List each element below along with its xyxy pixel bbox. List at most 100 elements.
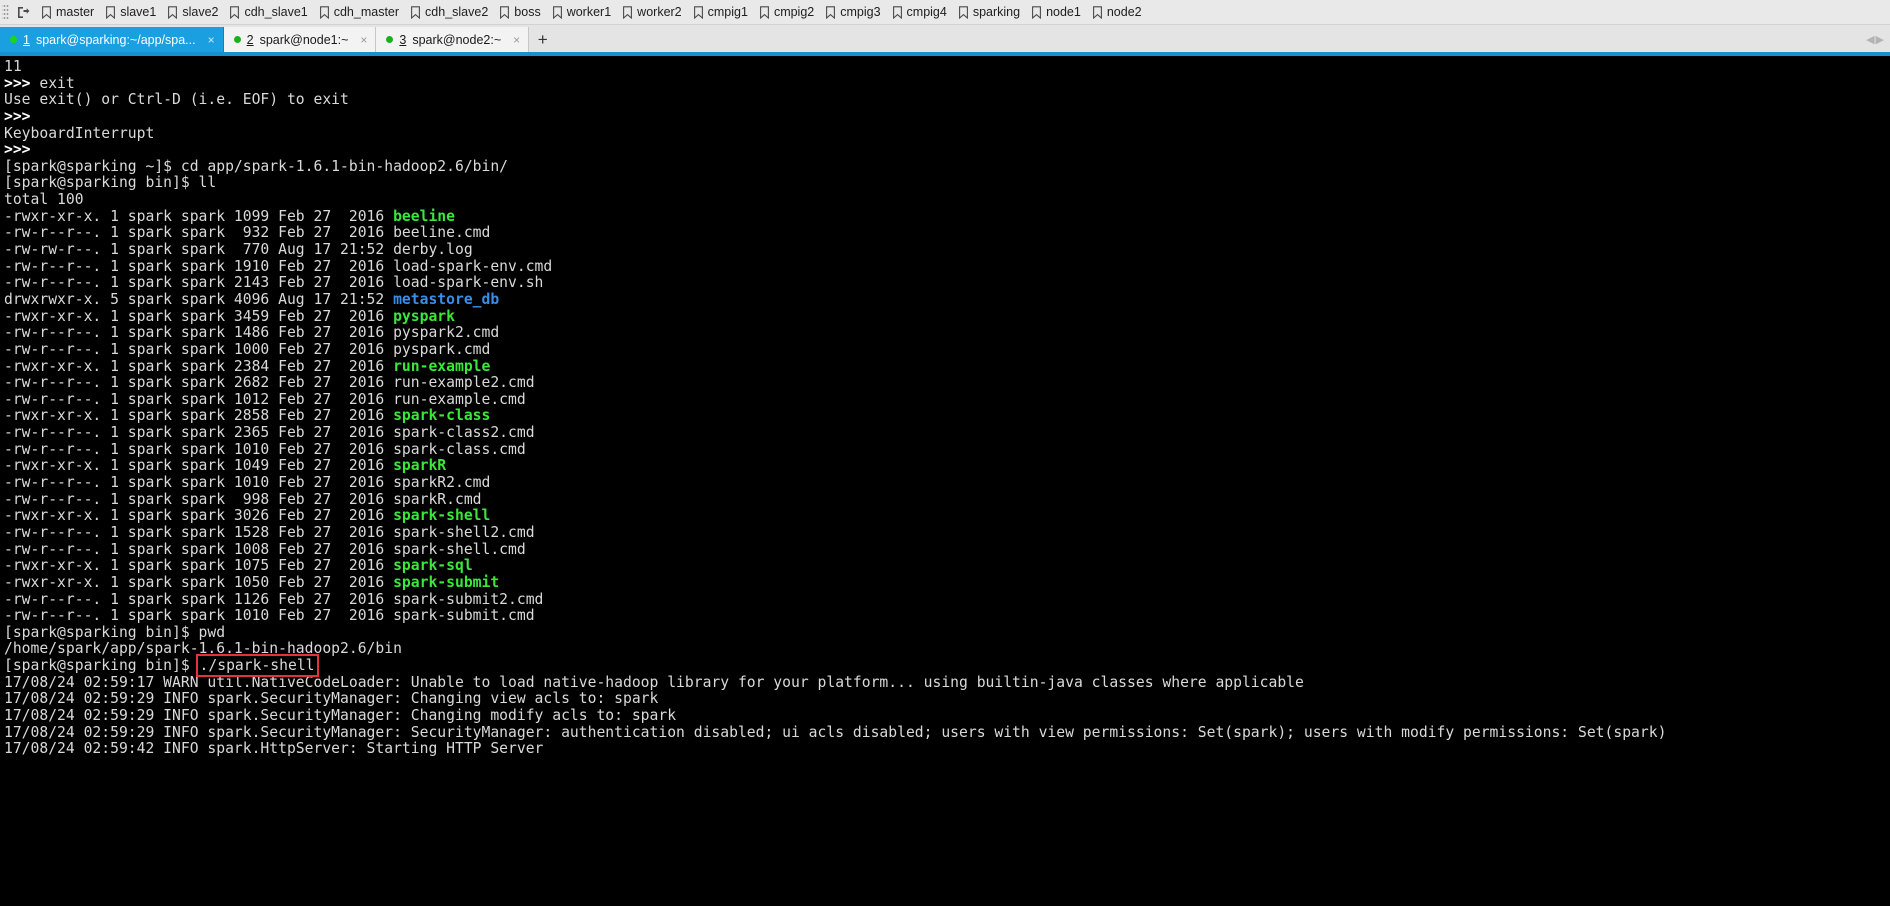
bookmark-item-node2[interactable]: node2 [1088, 3, 1149, 21]
terminal-tab-2[interactable]: 2 spark@node1:~ × [223, 27, 377, 52]
terminal-line: -rw-r--r--. 1 spark spark 932 Feb 27 201… [4, 225, 1890, 242]
bookmark-item-slave2[interactable]: slave2 [163, 3, 225, 21]
terminal-text: [spark@sparking ~]$ cd app/spark-1.6.1-b… [4, 157, 509, 175]
terminal-tab-1[interactable]: 1 spark@sparking:~/app/spa... × [0, 27, 224, 52]
terminal-text: -rw-r--r--. 1 spark spark 1000 Feb 27 20… [4, 340, 491, 358]
tab-status-dot-icon [386, 36, 394, 43]
terminal-text: -rw-r--r--. 1 spark spark 2143 Feb 27 20… [4, 274, 544, 292]
terminal-text: -rw-r--r--. 1 spark spark 1910 Feb 27 20… [4, 257, 553, 275]
terminal-text: -rwxr-xr-x. 1 spark spark 1050 Feb 27 20… [4, 573, 394, 591]
tab-scroll-controls[interactable]: ◀ ▶ [1866, 27, 1890, 52]
terminal-text: spark-shell [393, 507, 491, 525]
bookmark-icon [167, 5, 178, 19]
highlighted-command: ./spark-shell [195, 654, 319, 678]
terminal-line: [spark@sparking bin]$ ./spark-shell [4, 654, 1890, 678]
terminal-line: -rw-r--r--. 1 spark spark 1126 Feb 27 20… [4, 591, 1890, 609]
terminal-line: drwxrwxr-x. 5 spark spark 4096 Aug 17 21… [4, 290, 1890, 309]
bookmark-item-label: node1 [1046, 5, 1081, 19]
bookmark-icon [319, 5, 330, 19]
terminal-tab-3[interactable]: 3 spark@node2:~ × [376, 27, 530, 52]
bookmark-item-cmpig3[interactable]: cmpig3 [821, 3, 887, 21]
terminal-text: 17/08/24 02:59:17 WARN util.NativeCodeLo… [4, 673, 1304, 691]
terminal-line: 17/08/24 02:59:29 INFO spark.SecurityMan… [4, 724, 1890, 742]
tab-status-dot-icon [233, 36, 241, 43]
terminal-output[interactable]: 11 >>> exit Use exit() or Ctrl-D (i.e. EOF… [0, 56, 1890, 906]
terminal-line: -rw-r--r--. 1 spark spark 1486 Feb 27 20… [4, 324, 1890, 342]
terminal-text: -rw-r--r--. 1 spark spark 1012 Feb 27 20… [4, 390, 526, 408]
bookmark-icon [693, 5, 704, 19]
bookmark-item-label: slave2 [182, 5, 219, 19]
terminal-text: -rwxr-xr-x. 1 spark spark 2384 Feb 27 20… [4, 357, 394, 375]
bookmark-item-cdh_slave2[interactable]: cdh_slave2 [406, 3, 495, 21]
terminal-line: total 100 [4, 191, 1890, 209]
terminal-text: >>> [4, 74, 40, 92]
bookmark-item-label: cdh_slave1 [244, 5, 308, 19]
bookmark-item-label: cmpig1 [707, 5, 748, 19]
tab-close-icon[interactable]: × [513, 34, 520, 46]
terminal-text: [spark@sparking bin]$ [4, 657, 199, 675]
terminal-text: -rw-r--r--. 1 spark spark 932 Feb 27 201… [4, 224, 491, 242]
open-session-button[interactable] [13, 4, 37, 21]
terminal-text: -rwxr-xr-x. 1 spark spark 1049 Feb 27 20… [4, 457, 394, 475]
terminal-line: 17/08/24 02:59:29 INFO spark.SecurityMan… [4, 691, 1890, 708]
bookmark-item-sparking[interactable]: sparking [954, 3, 1027, 21]
terminal-line: -rwxr-xr-x. 1 spark spark 3026 Feb 27 20… [4, 507, 1890, 525]
terminal-line: -rw-r--r--. 1 spark spark 1528 Feb 27 20… [4, 524, 1890, 542]
drag-grip-icon[interactable] [2, 3, 9, 21]
bookmark-item-worker1[interactable]: worker1 [548, 3, 618, 21]
tab-title-label: spark@node2:~ [412, 32, 502, 47]
terminal-line: -rwxr-xr-x. 1 spark spark 1099 Feb 27 20… [4, 207, 1890, 226]
terminal-text: >>> [4, 107, 31, 125]
bookmark-item-label: cmpig2 [773, 5, 815, 19]
bookmark-item-cmpig4[interactable]: cmpig4 [888, 3, 954, 21]
terminal-line: 17/08/24 02:59:29 INFO spark.SecurityMan… [4, 707, 1890, 725]
terminal-text: run-example [393, 357, 491, 375]
bookmark-item-label: cmpig4 [906, 5, 947, 19]
terminal-line: -rwxr-xr-x. 1 spark spark 2384 Feb 27 20… [4, 357, 1890, 376]
terminal-text: -rw-r--r--. 1 spark spark 1010 Feb 27 20… [4, 440, 526, 458]
tab-scroll-next-icon[interactable]: ▶ [1876, 33, 1884, 46]
bookmark-item-cdh_slave1[interactable]: cdh_slave1 [225, 3, 314, 21]
terminal-line: 11 [4, 58, 1890, 76]
terminal-line: KeyboardInterrupt [4, 125, 1890, 143]
bookmark-item-cmpig1[interactable]: cmpig1 [689, 3, 755, 21]
terminal-text: sparkR [393, 457, 447, 475]
terminal-text: total 100 [4, 191, 84, 209]
bookmark-item-label: worker2 [637, 5, 682, 19]
tab-scroll-prev-icon[interactable]: ◀ [1866, 33, 1874, 46]
terminal-text: >>> [4, 141, 31, 159]
terminal-line: -rw-r--r--. 1 spark spark 2365 Feb 27 20… [4, 424, 1890, 442]
bookmark-item-label: slave1 [120, 5, 157, 19]
terminal-text: drwxrwxr-x. 5 spark spark 4096 Aug 17 21… [4, 290, 394, 308]
bookmark-item-label: worker1 [566, 5, 612, 19]
terminal-text: -rwxr-xr-x. 1 spark spark 3459 Feb 27 20… [4, 307, 394, 325]
bookmark-icon [759, 5, 770, 19]
bookmark-item-worker2[interactable]: worker2 [618, 3, 688, 21]
terminal-line: -rw-r--r--. 1 spark spark 1010 Feb 27 20… [4, 607, 1890, 625]
terminal-line: -rw-r--r--. 1 spark spark 1010 Feb 27 20… [4, 474, 1890, 492]
bookmark-item-label: cmpig3 [840, 5, 881, 19]
terminal-line: -rwxr-xr-x. 1 spark spark 3459 Feb 27 20… [4, 307, 1890, 326]
bookmark-item-slave1[interactable]: slave1 [101, 3, 163, 21]
terminal-line: >>> [4, 141, 1890, 159]
terminal-text: -rwxr-xr-x. 1 spark spark 3026 Feb 27 20… [4, 507, 394, 525]
bookmark-icon [499, 5, 510, 19]
terminal-line: -rw-r--r--. 1 spark spark 998 Feb 27 201… [4, 490, 1890, 509]
bookmark-item-label: sparking [972, 5, 1021, 19]
bookmark-icon [1092, 5, 1103, 19]
bookmark-item-node1[interactable]: node1 [1027, 3, 1088, 21]
tab-index-label: 1 [23, 32, 30, 47]
bookmark-item-cdh_master[interactable]: cdh_master [315, 3, 406, 21]
bookmark-item-cmpig2[interactable]: cmpig2 [755, 3, 821, 21]
tab-close-icon[interactable]: × [208, 34, 215, 46]
bookmark-item-master[interactable]: master [37, 3, 101, 21]
bookmark-item-boss[interactable]: boss [495, 3, 547, 21]
terminal-line: -rwxr-xr-x. 1 spark spark 1075 Feb 27 20… [4, 557, 1890, 575]
tab-close-icon[interactable]: × [360, 34, 367, 46]
tab-bar-filler [556, 27, 1867, 52]
new-tab-button[interactable]: + [529, 27, 557, 52]
terminal-line: /home/spark/app/spark-1.6.1-bin-hadoop2.… [4, 641, 1890, 658]
terminal-text: -rw-r--r--. 1 spark spark 998 Feb 27 201… [4, 490, 482, 508]
terminal-text: -rwxr-xr-x. 1 spark spark 1099 Feb 27 20… [4, 207, 394, 225]
bookmark-item-label: boss [514, 5, 541, 19]
